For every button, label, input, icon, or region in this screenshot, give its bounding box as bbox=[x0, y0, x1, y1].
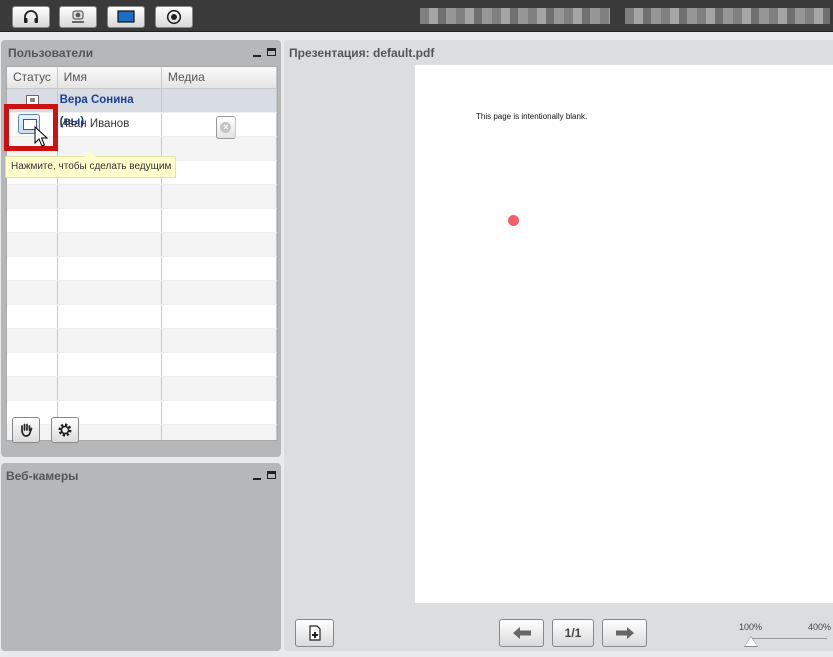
settings-button[interactable] bbox=[51, 417, 79, 443]
webcam-icon bbox=[72, 10, 84, 23]
empty-row bbox=[7, 209, 277, 233]
upload-presentation-button[interactable] bbox=[295, 619, 334, 647]
presentation-title: Презентация: default.pdf bbox=[289, 46, 435, 60]
presentation-panel: Презентация: default.pdf This page is in… bbox=[284, 40, 833, 651]
users-window-controls bbox=[253, 46, 276, 57]
empty-row bbox=[7, 305, 277, 329]
empty-row bbox=[7, 401, 277, 425]
column-media[interactable]: Медиа bbox=[162, 67, 277, 88]
webcams-panel-title: Веб-камеры bbox=[6, 469, 79, 483]
slide-text: This page is intentionally blank. bbox=[476, 112, 588, 121]
top-toolbar bbox=[0, 0, 833, 32]
empty-row bbox=[7, 353, 277, 377]
page-indicator-button[interactable]: 1/1 bbox=[552, 619, 594, 647]
arrow-left-icon bbox=[512, 627, 531, 639]
previous-page-button[interactable] bbox=[499, 619, 544, 647]
maximize-icon[interactable] bbox=[267, 47, 276, 56]
upload-document-icon bbox=[308, 625, 321, 641]
presentation-slide[interactable]: This page is intentionally blank. bbox=[415, 65, 833, 603]
users-grid-header: Статус Имя Медиа bbox=[7, 67, 277, 89]
zoom-slider-track[interactable] bbox=[751, 638, 827, 639]
maximize-icon[interactable] bbox=[267, 470, 276, 479]
record-icon bbox=[166, 9, 182, 25]
headset-icon bbox=[24, 10, 38, 23]
webcams-panel: Веб-камеры bbox=[1, 463, 281, 651]
mute-icon: × bbox=[220, 122, 232, 133]
page-number: 1/1 bbox=[564, 626, 582, 640]
empty-row bbox=[7, 329, 277, 353]
desktop-share-icon bbox=[117, 10, 135, 23]
empty-row bbox=[7, 257, 277, 281]
raise-hand-button[interactable] bbox=[12, 417, 40, 443]
webcam-button[interactable] bbox=[59, 6, 97, 28]
users-panel: Пользователи Статус Имя Медиа Вера Сонин… bbox=[1, 40, 281, 457]
settings-gear-icon bbox=[58, 423, 72, 437]
empty-row bbox=[7, 425, 277, 440]
empty-row bbox=[7, 185, 277, 209]
zoom-max-label: 400% bbox=[808, 622, 832, 632]
minimize-icon[interactable] bbox=[253, 55, 261, 57]
raise-hand-icon bbox=[21, 423, 33, 437]
mouse-cursor-icon bbox=[34, 126, 48, 147]
zoom-slider-thumb[interactable] bbox=[745, 637, 757, 646]
arrow-right-icon bbox=[615, 627, 634, 639]
laser-pointer bbox=[508, 215, 519, 226]
zoom-min-label: 100% bbox=[739, 622, 763, 632]
minimize-icon[interactable] bbox=[253, 478, 261, 480]
user-name: Вера Сонина (вы) bbox=[58, 89, 162, 128]
mute-button[interactable]: × bbox=[215, 116, 236, 139]
make-presenter-tooltip: Нажмите, чтобы сделать ведущим bbox=[5, 151, 176, 178]
column-name[interactable]: Имя bbox=[58, 67, 162, 88]
empty-row bbox=[7, 233, 277, 257]
users-panel-title: Пользователи bbox=[8, 46, 94, 60]
user-name: Иван Иванов bbox=[58, 113, 162, 136]
desktop-share-button[interactable] bbox=[107, 6, 145, 28]
record-button[interactable] bbox=[155, 6, 193, 28]
webcams-window-controls bbox=[253, 469, 276, 480]
empty-row bbox=[7, 377, 277, 401]
empty-row bbox=[7, 281, 277, 305]
blurred-meeting-info bbox=[420, 8, 610, 24]
headset-button[interactable] bbox=[12, 6, 50, 28]
column-status[interactable]: Статус bbox=[7, 67, 58, 88]
next-page-button[interactable] bbox=[602, 619, 647, 647]
blurred-user-info bbox=[625, 8, 830, 24]
